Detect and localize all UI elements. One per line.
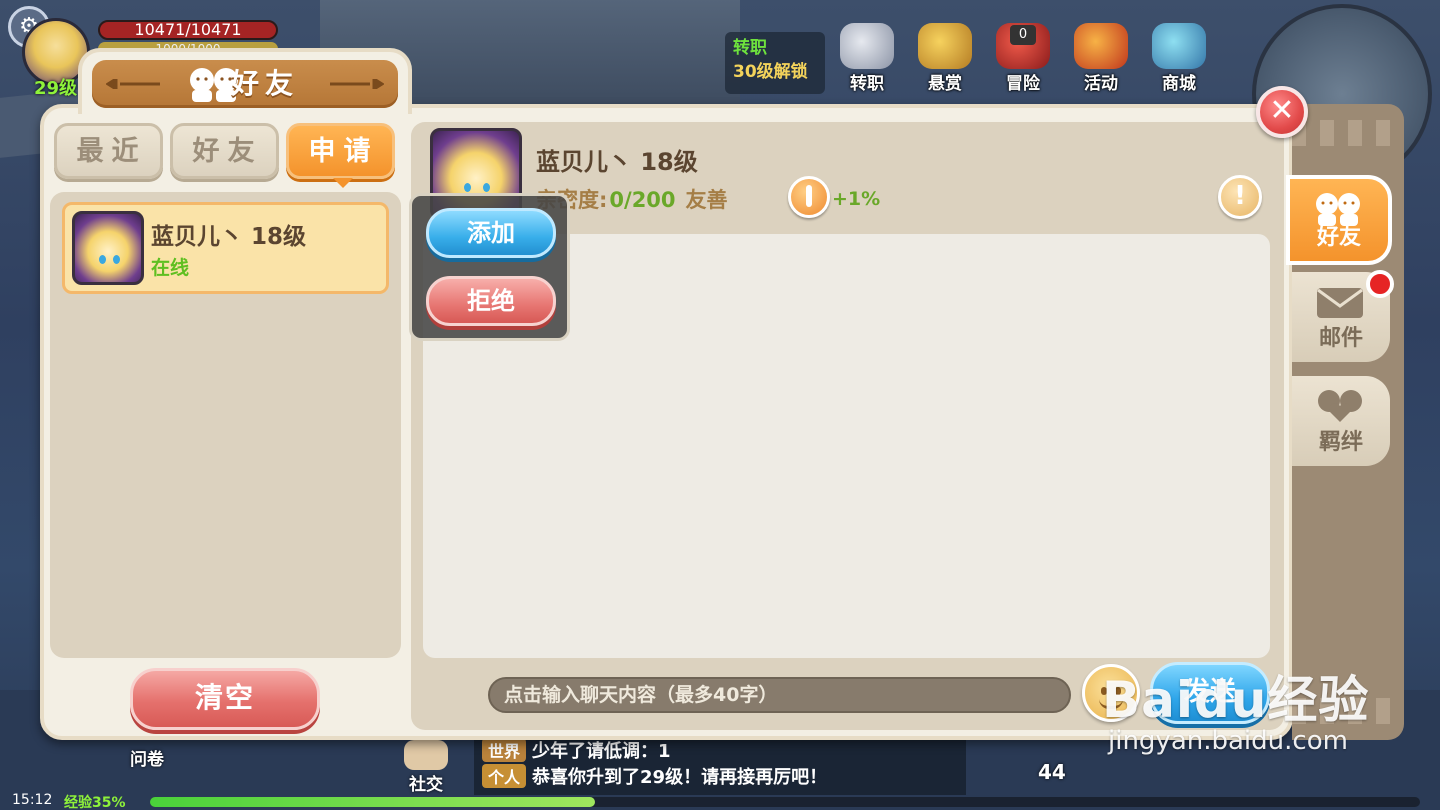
shop-icon	[1152, 23, 1206, 69]
watermark-brand: Baidu经验	[1102, 671, 1370, 729]
intimacy-grade: 友善	[685, 188, 728, 212]
tab-recent[interactable]: 最近	[54, 123, 163, 179]
social-icon	[404, 740, 448, 770]
bond-heart-icon	[1318, 390, 1362, 422]
mail-notification-badge	[1366, 270, 1394, 298]
chat-tag-personal: 个人	[482, 764, 527, 788]
menu-label: 冒险	[1006, 74, 1040, 94]
clear-button[interactable]: 清空	[130, 668, 320, 730]
friend-tabs: 最近 好友 申请	[54, 123, 395, 188]
social-label: 社交	[409, 775, 443, 795]
intimacy-value: 0/200	[609, 188, 676, 212]
player-level: 29级	[34, 78, 78, 99]
bounty-icon	[918, 23, 972, 69]
side-tab-label: 羁绊	[1318, 430, 1363, 455]
adventure-icon: 0	[996, 23, 1050, 69]
chat-line-personal: 个人 恭喜你升到了29级！请再接再厉吧！	[482, 763, 827, 789]
survey-button[interactable]: 问卷	[130, 745, 164, 770]
exp-bar	[150, 797, 1420, 807]
watermark-url: jingyan.baidu.com	[1108, 726, 1348, 756]
online-status: 在线	[151, 257, 190, 279]
menu-bounty[interactable]: 悬赏	[909, 23, 981, 94]
side-tab-bond[interactable]: 羁绊	[1292, 376, 1390, 466]
request-list: 蓝贝儿丶 18级 在线	[50, 192, 401, 658]
reject-button[interactable]: 拒绝	[426, 276, 556, 326]
unlock-requirement: 30级解锁	[733, 62, 808, 82]
baidu-watermark: Baidu经验 jingyan.baidu.com	[1102, 660, 1432, 756]
request-action-popup: 添加 拒绝	[409, 193, 570, 341]
add-friend-button[interactable]: 添加	[426, 208, 556, 258]
dialog-title-banner: 好友	[92, 60, 398, 108]
job-change-helmet-icon	[840, 23, 894, 69]
unlock-title: 转职	[733, 38, 767, 58]
hp-bar: 10471/10471	[98, 20, 278, 40]
adventure-count: 0	[1010, 25, 1036, 45]
side-tab-friends[interactable]: 好友	[1286, 175, 1392, 265]
side-strip-pattern	[1292, 120, 1404, 146]
bonus-value: +1%	[832, 188, 881, 210]
chat-input[interactable]	[488, 677, 1071, 713]
close-button[interactable]: ✕	[1256, 86, 1308, 138]
menu-label: 商城	[1162, 74, 1196, 94]
side-tab-label: 好友	[1316, 225, 1361, 250]
top-menu-bar: 转职 30级解锁 转职 悬赏 0 冒险 活动 商城	[725, 14, 1215, 94]
tab-friends[interactable]: 好友	[170, 123, 279, 179]
potion-count[interactable]: 44	[1038, 760, 1066, 784]
avatar	[72, 211, 144, 285]
chat-text: 恭喜你升到了29级！请再接再厉吧！	[532, 767, 828, 788]
dialog-title-tab: 好友	[78, 48, 412, 114]
ornament-right-icon	[330, 79, 384, 89]
chat-text: 少年了请低调：1	[532, 741, 671, 762]
detail-name: 蓝贝儿丶 18级	[536, 148, 698, 176]
menu-adventure[interactable]: 0 冒险	[987, 23, 1059, 94]
social-button[interactable]: 社交	[396, 740, 456, 795]
tab-requests[interactable]: 申请	[286, 123, 395, 188]
chat-ticker[interactable]: 世界 少年了请低调：1 个人 恭喜你升到了29级！请再接再厉吧！	[474, 735, 966, 795]
mail-envelope-icon	[1317, 288, 1363, 318]
list-item[interactable]: 蓝贝儿丶 18级 在线	[62, 202, 389, 294]
menu-job-change[interactable]: 转职	[831, 23, 903, 94]
side-tab-label: 邮件	[1318, 326, 1363, 351]
chat-line-world: 世界 少年了请低调：1	[482, 737, 671, 763]
menu-label: 悬赏	[928, 74, 962, 94]
menu-event[interactable]: 活动	[1065, 23, 1137, 94]
menu-label: 转职	[850, 74, 884, 94]
menu-label: 活动	[1084, 74, 1118, 94]
job-unlock-hint: 转职 30级解锁	[725, 32, 825, 94]
exp-label: 经验35%	[64, 795, 126, 810]
bonus-sword-icon[interactable]	[788, 176, 830, 218]
exp-bar-fill	[150, 797, 595, 807]
chat-tag-world: 世界	[482, 738, 527, 762]
request-name: 蓝贝儿丶 18级	[151, 224, 307, 250]
menu-shop[interactable]: 商城	[1143, 23, 1215, 94]
info-button[interactable]: !	[1218, 175, 1262, 219]
event-icon	[1074, 23, 1128, 69]
clock: 15:12	[12, 792, 53, 808]
